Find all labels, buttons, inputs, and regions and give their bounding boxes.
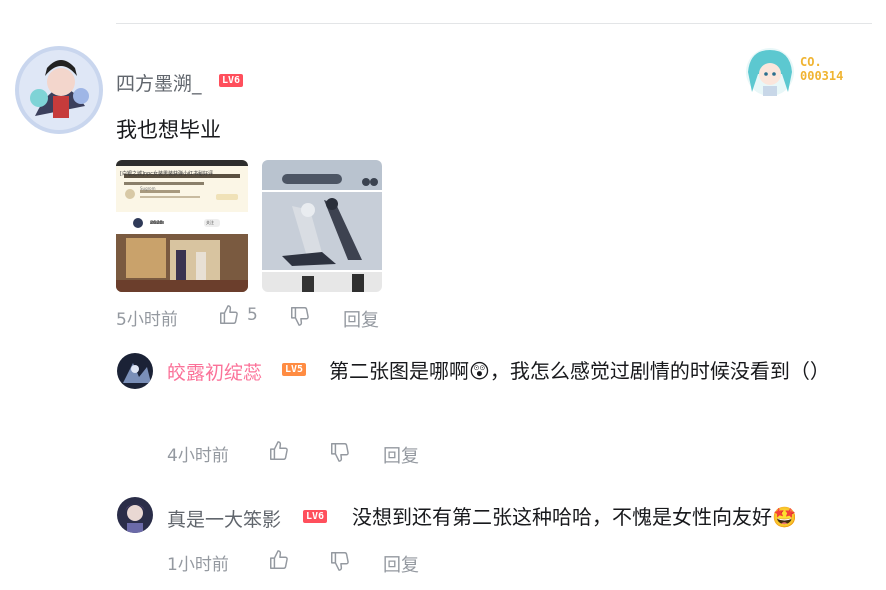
fan-badge-mascot-icon <box>746 48 794 96</box>
comment-text: 我也想毕业 <box>116 118 221 142</box>
reply-avatar[interactable] <box>117 497 153 533</box>
comment-time: 5小时前 <box>116 310 178 330</box>
top-divider <box>116 23 872 24</box>
thumb-down-icon[interactable] <box>289 305 311 327</box>
reply-time: 1小时前 <box>167 555 229 575</box>
comment-image-2[interactable] <box>262 160 382 292</box>
comment-username[interactable]: 四方墨溯_ <box>116 69 202 96</box>
reply-button[interactable]: 回复 <box>383 442 419 468</box>
fan-badge-number: CO. 000314 <box>800 55 844 83</box>
level-badge: LV6 <box>219 74 244 87</box>
reply-text: 没想到还有第二张这种哈哈，不愧是女性向友好🤩 <box>352 505 797 529</box>
reply-time: 4小时前 <box>167 446 229 466</box>
reply-button[interactable]: 回复 <box>343 306 379 332</box>
avatar[interactable] <box>15 46 103 134</box>
reply-avatar[interactable] <box>117 353 153 389</box>
thumb-up-icon[interactable] <box>218 304 240 326</box>
thumb-up-icon[interactable] <box>268 549 290 571</box>
reply-username[interactable]: 真是一大笨影 <box>167 505 281 532</box>
thumb-down-icon[interactable] <box>329 550 351 572</box>
thumb-up-icon[interactable] <box>268 440 290 462</box>
like-count: 5 <box>247 305 258 325</box>
thumb-down-icon[interactable] <box>329 441 351 463</box>
comment-image-1[interactable]: [白银之城]npc女装男装获弹小红书秘好评 Sugrom 2628 关注 <box>116 160 248 292</box>
reply-text: 第二张图是哪啊😲，我怎么感觉过剧情的时候没看到（） <box>329 359 830 383</box>
reply-button[interactable]: 回复 <box>383 551 419 577</box>
level-badge: LV6 <box>303 510 328 523</box>
